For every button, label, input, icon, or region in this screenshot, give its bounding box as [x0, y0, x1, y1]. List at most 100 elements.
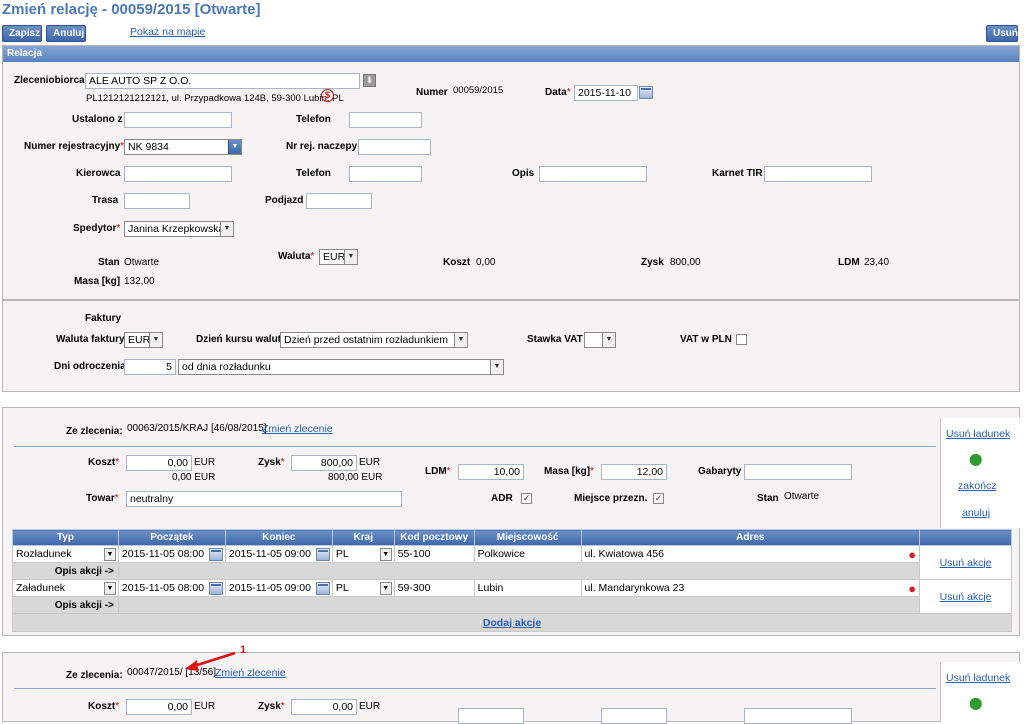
order1-koszt-sub: 0,00 EUR: [172, 472, 216, 483]
koszt-value: 0,00: [476, 257, 496, 268]
zysk-value: 800,00: [670, 257, 701, 268]
waluta-faktury-label: Waluta faktury: [56, 334, 125, 345]
delete-button[interactable]: Usuń: [986, 25, 1018, 42]
order2-usun-ladunek-link[interactable]: Usuń ładunek: [946, 672, 1010, 684]
miasto-cell[interactable]: Lubin: [473, 579, 582, 597]
map-pin-icon[interactable]: ●: [908, 548, 916, 561]
od-dnia-select[interactable]: od dnia rozładunku ▼: [178, 359, 504, 375]
order1-actions-table: Typ Początek Koniec Kraj Kod pocztowy Mi…: [12, 529, 1012, 632]
opis-akcji-value[interactable]: [117, 562, 921, 580]
stan-value: Otwarte: [124, 257, 160, 268]
opis-row: Opis akcji ->: [12, 596, 1012, 614]
order1-gabaryty-input[interactable]: [744, 464, 852, 480]
start-cell[interactable]: 2015-11-05 08:00: [117, 545, 226, 563]
waluta-label: Waluta*: [278, 251, 315, 262]
order2-masa-input[interactable]: [601, 708, 667, 724]
dollar-icon[interactable]: $: [321, 89, 334, 102]
calendar-icon[interactable]: [315, 547, 330, 561]
kraj-cell[interactable]: PL ▼: [331, 579, 395, 597]
trasa-input[interactable]: [124, 193, 190, 209]
order1-anuluj-link[interactable]: anuluj: [962, 507, 990, 519]
calendar-icon[interactable]: [315, 581, 330, 595]
karnet-input[interactable]: [764, 166, 872, 182]
nr-rej-select[interactable]: NK 9834 ▼: [124, 139, 242, 155]
col-kod: Kod pocztowy: [393, 529, 475, 546]
kierowca-input[interactable]: [124, 166, 232, 182]
order1-zysk-currency: EUR: [359, 457, 381, 468]
kod-cell[interactable]: 55-100: [393, 545, 475, 563]
kod-cell[interactable]: 59-300: [393, 579, 475, 597]
calendar-icon[interactable]: [208, 547, 223, 561]
show-map-link[interactable]: Pokaż na mapie: [130, 26, 205, 38]
map-pin-green-icon[interactable]: ⬤: [969, 696, 982, 710]
map-pin-icon[interactable]: ●: [908, 582, 916, 595]
calendar-icon[interactable]: [639, 86, 653, 99]
cancel-button[interactable]: Anuluj: [46, 25, 86, 42]
kraj-cell[interactable]: PL ▼: [331, 545, 395, 563]
order1-miejsce-checkbox[interactable]: ✓: [653, 493, 664, 504]
waluta-select[interactable]: EUR ▼: [319, 249, 358, 265]
action-cell: Usuń akcje: [919, 579, 1012, 614]
dni-odroczenia-label: Dni odroczenia: [54, 361, 126, 372]
nr-rej-label: Numer rejestracyjny*: [24, 141, 125, 152]
order1-adr-label: ADR: [491, 493, 513, 504]
usun-akcje-link[interactable]: Usuń akcje: [940, 591, 992, 603]
dzien-kursu-select[interactable]: Dzień przed ostatnim rozładunkiem ▼: [280, 332, 468, 348]
order1-masa-input[interactable]: 12,00: [601, 464, 667, 480]
order1-ldm-input[interactable]: 10,00: [458, 464, 524, 480]
order1-usun-ladunek-link[interactable]: Usuń ładunek: [946, 428, 1010, 440]
opis-input[interactable]: [539, 166, 647, 182]
data-input[interactable]: 2015-11-10: [574, 85, 638, 101]
stawka-vat-select[interactable]: ▼: [584, 332, 616, 348]
order2-zysk-input[interactable]: 0,00: [291, 699, 357, 715]
end-cell[interactable]: 2015-11-05 09:00: [224, 579, 333, 597]
nr-rej-naczepy-input[interactable]: [358, 139, 431, 155]
opis-akcji-cell[interactable]: Opis akcji ->: [12, 562, 119, 580]
order1-miejsce-label: Miejsce przezn.: [574, 493, 648, 504]
order2-koszt-input[interactable]: 0,00: [126, 699, 192, 715]
typ-cell[interactable]: Załadunek ▼: [12, 579, 119, 597]
order2-zysk-currency: EUR: [359, 701, 381, 712]
telefon-input[interactable]: [349, 112, 422, 128]
order1-zmien-zlecenie-link[interactable]: Zmień zlecenie: [262, 423, 333, 435]
vat-pln-checkbox[interactable]: [736, 334, 747, 345]
dzien-kursu-label: Dzień kursu walut: [196, 334, 282, 345]
vat-pln-label: VAT w PLN: [680, 334, 732, 345]
waluta-faktury-select[interactable]: EUR ▼: [124, 332, 163, 348]
spedytor-select[interactable]: Janina Krzepkowska ▼: [124, 221, 234, 237]
trasa-label: Trasa: [92, 195, 119, 206]
opis-akcji-value[interactable]: [117, 596, 921, 614]
opis-akcji-cell[interactable]: Opis akcji ->: [12, 596, 119, 614]
chevron-down-icon: ▼: [490, 360, 503, 374]
page-title: Zmień relację - 00059/2015 [Otwarte]: [2, 1, 261, 18]
order1-koszt-input[interactable]: 0,00: [126, 455, 192, 471]
order1-adr-checkbox[interactable]: ✓: [521, 493, 532, 504]
telefon2-input[interactable]: [349, 166, 422, 182]
adres-cell[interactable]: ul. Mandarynkowa 23 ●: [580, 579, 921, 597]
typ-cell[interactable]: Rozładunek ▼: [12, 545, 119, 563]
dodaj-akcje-link[interactable]: Dodaj akcje: [483, 617, 541, 629]
order1-zakoncz-link[interactable]: zakończ: [958, 480, 997, 492]
faktury-header: Faktury: [85, 313, 122, 324]
order2-gabaryty-input[interactable]: [744, 708, 852, 724]
start-cell[interactable]: 2015-11-05 08:00: [117, 579, 226, 597]
ustalono-input[interactable]: [124, 112, 232, 128]
order1-towar-input[interactable]: neutralny: [126, 491, 402, 507]
order1-zysk-input[interactable]: 800,00: [291, 455, 357, 471]
end-cell[interactable]: 2015-11-05 09:00: [224, 545, 333, 563]
zleceniobiorca-input[interactable]: ALE AUTO SP Z O.O.: [85, 73, 360, 89]
chevron-down-icon: ▼: [103, 547, 116, 561]
koszt-label: Koszt: [443, 257, 471, 268]
stawka-vat-label: Stawka VAT: [527, 334, 583, 345]
adres-cell[interactable]: ul. Kwiatowa 456 ●: [580, 545, 921, 563]
miasto-cell[interactable]: Polkowice: [473, 545, 582, 563]
save-button[interactable]: Zapisz: [2, 25, 42, 42]
chevron-down-icon: ▼: [228, 140, 241, 154]
download-arrow-icon[interactable]: ⬇: [363, 74, 376, 87]
map-pin-green-icon[interactable]: ⬤: [969, 452, 982, 466]
usun-akcje-link[interactable]: Usuń akcje: [940, 557, 992, 569]
order2-ldm-input[interactable]: [458, 708, 524, 724]
podjazd-input[interactable]: [306, 193, 372, 209]
dni-odroczenia-input[interactable]: 5: [124, 359, 176, 375]
calendar-icon[interactable]: [208, 581, 223, 595]
